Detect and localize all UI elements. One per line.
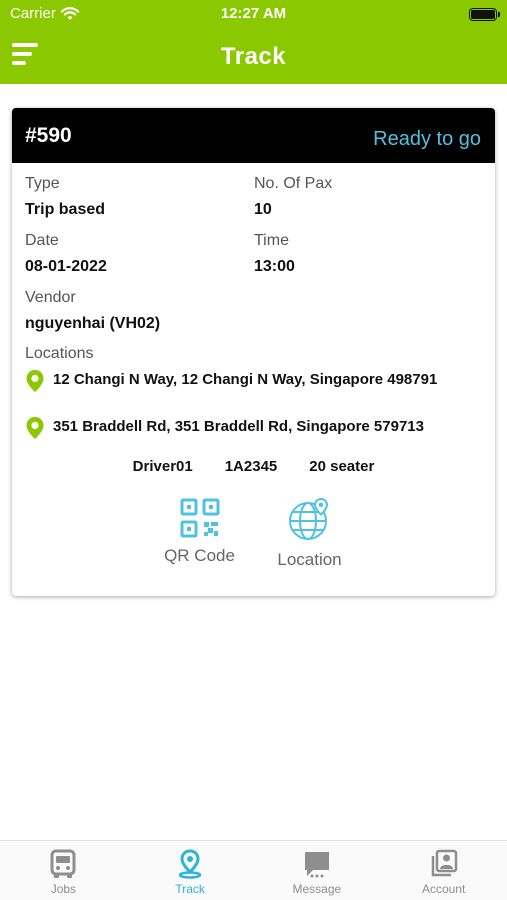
location-item: 12 Changi N Way, 12 Changi N Way, Singap… [24, 368, 473, 393]
page-title: Track [220, 43, 287, 70]
job-card[interactable]: #590 Ready to go Type Trip based No. Of … [12, 108, 495, 596]
message-icon [304, 852, 329, 878]
location-address: 351 Braddell Rd, 351 Braddell Rd, Singap… [53, 418, 424, 435]
job-id: #590 [25, 124, 72, 147]
time-label: Time [254, 232, 289, 249]
tab-label: Jobs [50, 882, 77, 896]
qr-code-label: QR Code [164, 546, 235, 565]
type-label: Type [25, 175, 60, 192]
qr-code-button[interactable]: QR Code [152, 498, 247, 566]
vehicle-plate: 1A2345 [224, 458, 278, 475]
location-item: 351 Braddell Rd, 351 Braddell Rd, Singap… [24, 415, 473, 440]
date-label: Date [25, 232, 59, 249]
tab-track[interactable]: Track [127, 841, 254, 900]
location-address: 12 Changi N Way, 12 Changi N Way, Singap… [53, 371, 438, 388]
job-card-header: #590 Ready to go [12, 108, 495, 163]
globe-location-icon [288, 498, 328, 540]
tab-label: Track [175, 882, 205, 896]
nav-bar: Track [0, 30, 507, 84]
vendor-value: nguyenhai (VH02) [25, 315, 161, 332]
type-value: Trip based [25, 201, 106, 218]
pax-field: No. Of Pax 10 [254, 175, 332, 219]
tab-label: Message [292, 882, 342, 896]
qr-code-icon [180, 498, 219, 538]
tab-account[interactable]: Account [380, 841, 507, 900]
vendor-label: Vendor [25, 289, 76, 306]
locations-field: Locations [25, 345, 94, 363]
job-status: Ready to go [373, 128, 481, 150]
vehicle-seater: 20 seater [309, 458, 375, 475]
status-bar: Carrier 12:27 AM [0, 0, 507, 30]
locations-label: Locations [25, 345, 94, 362]
status-time: 12:27 AM [220, 5, 287, 22]
tab-label: Account [421, 882, 466, 896]
type-field: Type Trip based [25, 175, 105, 219]
location-label: Location [277, 550, 342, 569]
bus-icon [50, 849, 76, 878]
driver-name: Driver01 [132, 458, 193, 475]
pax-value: 10 [254, 201, 272, 218]
driver-info: Driver01 1A2345 20 seater [12, 458, 495, 475]
map-pin-icon [26, 417, 44, 439]
date-field: Date 08-01-2022 [25, 232, 107, 276]
battery-icon [469, 8, 500, 21]
time-value: 13:00 [254, 258, 295, 275]
tab-jobs[interactable]: Jobs [0, 841, 127, 900]
track-pin-icon [178, 849, 202, 879]
map-pin-icon [26, 370, 44, 392]
tab-message[interactable]: Message [254, 841, 381, 900]
date-value: 08-01-2022 [25, 258, 107, 275]
time-field: Time 13:00 [254, 232, 295, 276]
account-icon [431, 849, 457, 877]
location-button[interactable]: Location [262, 498, 357, 570]
vendor-field: Vendor nguyenhai (VH02) [25, 289, 160, 333]
tab-bar: Jobs Track Message Account [0, 840, 507, 900]
pax-label: No. Of Pax [254, 175, 333, 192]
